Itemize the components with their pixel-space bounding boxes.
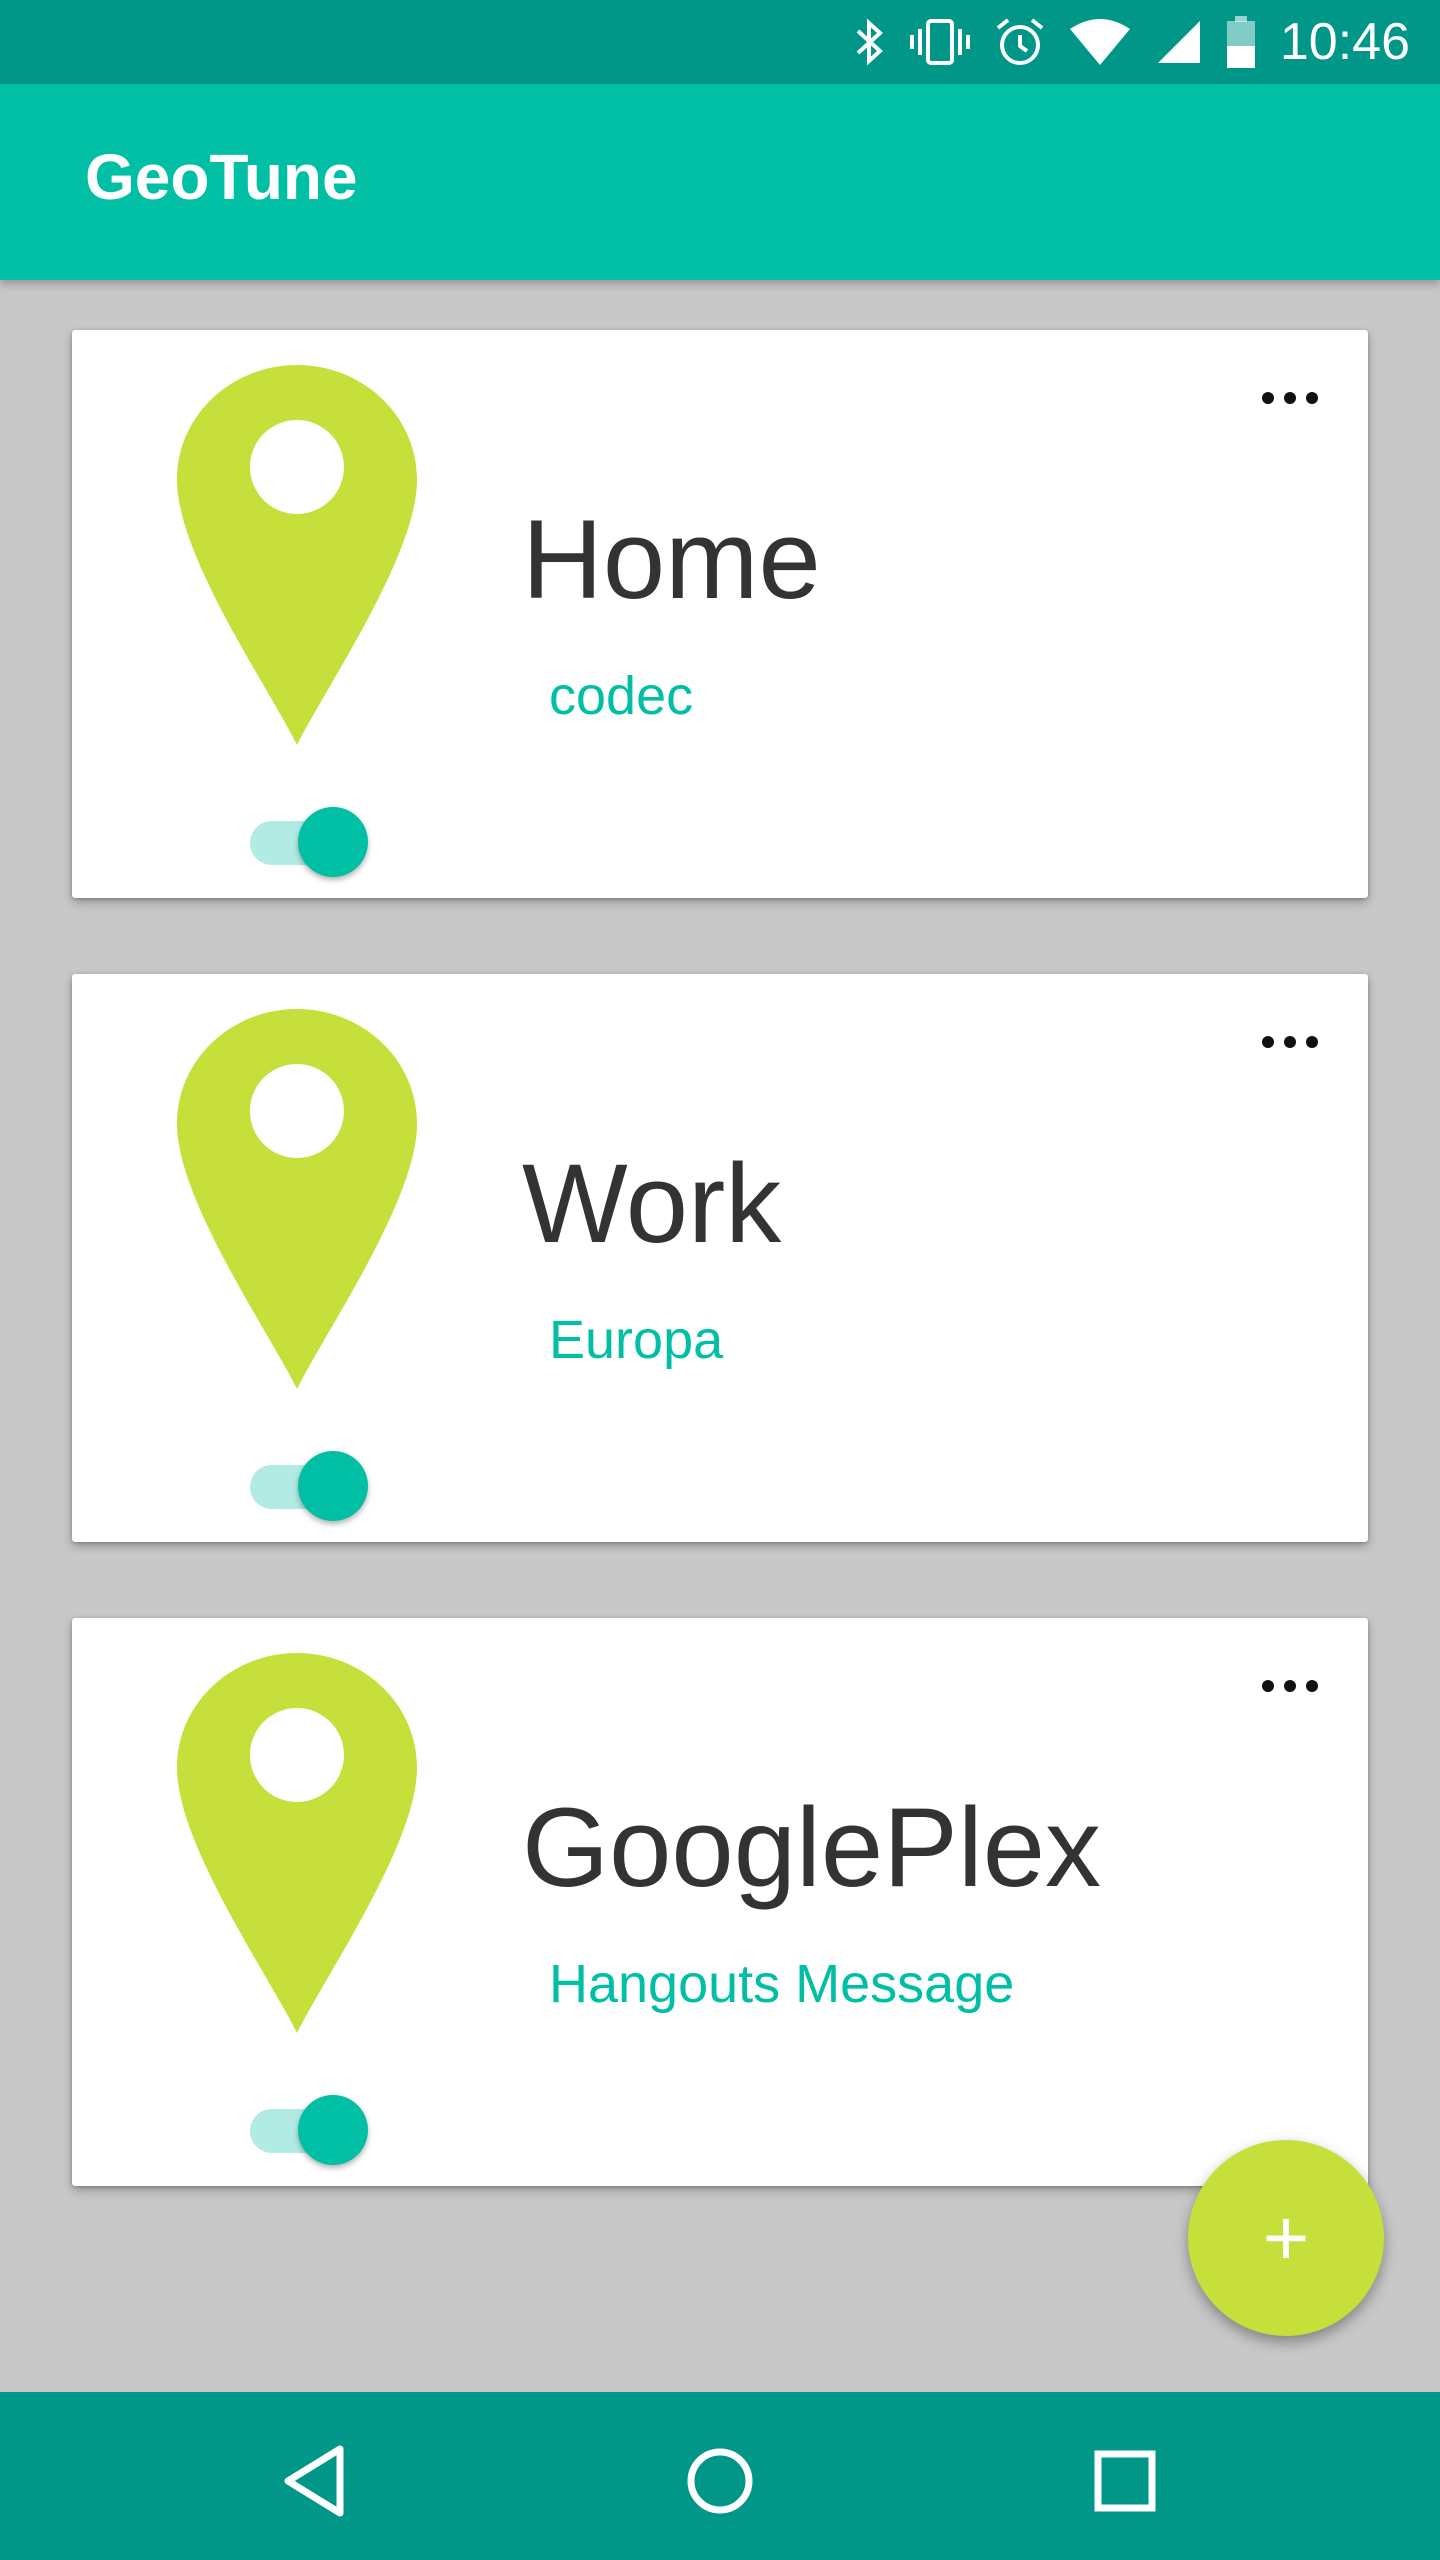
location-pin-icon (177, 1009, 417, 1389)
toggle-thumb (298, 807, 368, 877)
more-options-button[interactable] (1250, 1022, 1330, 1062)
more-horiz-icon (1262, 1036, 1318, 1048)
more-horiz-icon (1262, 392, 1318, 404)
toggle-thumb (298, 2095, 368, 2165)
location-title: GooglePlex (522, 1785, 1102, 1910)
home-icon (687, 2448, 753, 2514)
more-options-button[interactable] (1250, 1666, 1330, 1706)
enable-toggle[interactable] (250, 805, 370, 880)
more-options-button[interactable] (1250, 378, 1330, 418)
home-button[interactable] (675, 2436, 765, 2526)
toggle-thumb (298, 1451, 368, 1521)
more-horiz-icon (1262, 1680, 1318, 1692)
location-pin-icon (177, 365, 417, 745)
app-bar: GeoTune (0, 84, 1440, 280)
enable-toggle[interactable] (250, 2093, 370, 2168)
location-card-googleplex[interactable]: GooglePlex Hangouts Message (72, 1618, 1368, 2186)
enable-toggle[interactable] (250, 1449, 370, 1524)
ringtone-name: Europa (549, 1310, 724, 1370)
status-bar: 10:46 (0, 0, 1440, 84)
vibrate-icon (908, 17, 972, 67)
location-card-home[interactable]: Home codec (72, 330, 1368, 898)
back-icon (284, 2445, 344, 2517)
bluetooth-icon (852, 17, 886, 67)
status-time: 10:46 (1279, 13, 1410, 71)
ringtone-name: codec (549, 666, 694, 726)
location-title: Work (522, 1141, 782, 1266)
recents-button[interactable] (1080, 2436, 1170, 2526)
location-pin-icon (177, 1653, 417, 2033)
navigation-bar (0, 2392, 1440, 2560)
back-button[interactable] (270, 2436, 360, 2526)
location-title: Home (522, 497, 821, 622)
add-location-fab[interactable]: + (1188, 2140, 1384, 2336)
wifi-icon (1068, 17, 1132, 67)
fab-plus-label: + (1262, 2193, 1310, 2282)
location-card-work[interactable]: Work Europa (72, 974, 1368, 1542)
alarm-icon (994, 16, 1046, 68)
cell-signal-icon (1154, 17, 1202, 67)
battery-icon (1224, 14, 1258, 70)
app-title: GeoTune (85, 141, 358, 213)
recents-icon (1094, 2450, 1156, 2512)
ringtone-name: Hangouts Message (549, 1954, 1015, 2014)
